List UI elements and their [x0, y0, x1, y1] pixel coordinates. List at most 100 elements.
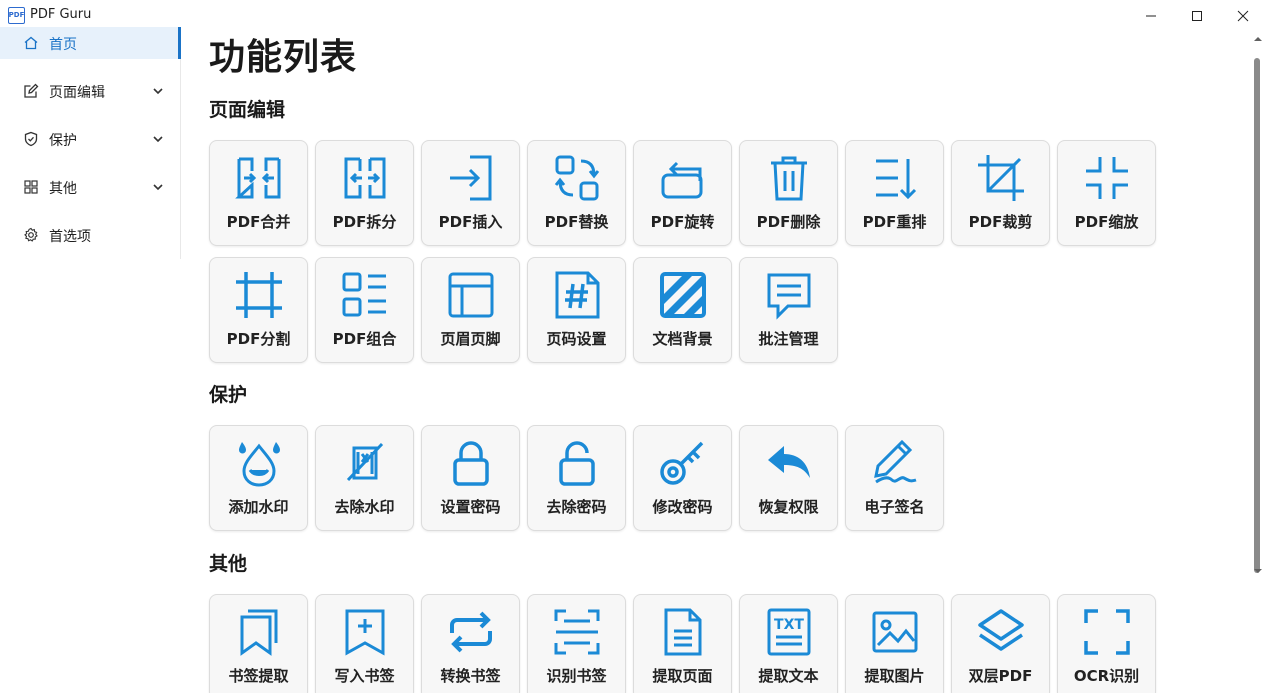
scroll-thumb[interactable] [1254, 58, 1260, 573]
split-icon [340, 153, 390, 203]
card-bookmark-extract[interactable]: 书签提取 [209, 594, 308, 693]
card-label: PDF删除 [756, 213, 821, 231]
close-icon [1237, 10, 1249, 21]
card-extract-pages[interactable]: 提取页面 [633, 594, 732, 693]
card-doc-background[interactable]: 文档背景 [633, 257, 732, 363]
card-pdf-rotate[interactable]: PDF旋转 [633, 140, 732, 246]
card-pdf-combine[interactable]: PDF组合 [315, 257, 414, 363]
card-label: 提取文本 [758, 667, 819, 685]
card-pdf-split[interactable]: PDF拆分 [315, 140, 414, 246]
card-bookmark-write[interactable]: 写入书签 [315, 594, 414, 693]
bookmark-add-icon [340, 607, 390, 657]
card-label: PDF缩放 [1074, 213, 1139, 231]
card-extract-images[interactable]: 提取图片 [845, 594, 944, 693]
window-title: PDF Guru [30, 7, 92, 22]
sidebar-item-home[interactable]: 首页 [0, 27, 181, 59]
card-label: 书签提取 [228, 667, 289, 685]
card-restore-permission[interactable]: 恢复权限 [739, 425, 838, 531]
card-dual-layer-pdf[interactable]: 双层PDF [951, 594, 1050, 693]
card-pdf-reorder[interactable]: PDF重排 [845, 140, 944, 246]
card-pdf-merge[interactable]: PDF合并 [209, 140, 308, 246]
vertical-scrollbar[interactable] [1250, 31, 1266, 693]
convert-icon [446, 607, 496, 657]
chevron-down-icon [153, 184, 163, 191]
lock-icon [446, 438, 496, 488]
card-label: 双层PDF [968, 667, 1033, 685]
insert-icon [446, 153, 496, 203]
maximize-button[interactable] [1174, 0, 1220, 31]
unlock-icon [552, 438, 602, 488]
close-button[interactable] [1220, 0, 1266, 31]
app-logo: PDF [8, 7, 25, 24]
card-ocr[interactable]: OCR识别 [1057, 594, 1156, 693]
card-pdf-scale[interactable]: PDF缩放 [1057, 140, 1156, 246]
card-header-footer[interactable]: 页眉页脚 [421, 257, 520, 363]
scroll-up-icon[interactable] [1254, 35, 1262, 43]
card-remove-password[interactable]: 去除密码 [527, 425, 626, 531]
card-pdf-delete[interactable]: PDF删除 [739, 140, 838, 246]
minimize-button[interactable] [1128, 0, 1174, 31]
sidebar-item-label: 保护 [49, 133, 77, 149]
card-label: 转换书签 [440, 667, 501, 685]
chevron-down-icon [153, 88, 163, 95]
background-icon [658, 270, 708, 320]
card-pdf-insert[interactable]: PDF插入 [421, 140, 520, 246]
card-label: PDF裁剪 [968, 213, 1033, 231]
card-label: 识别书签 [546, 667, 607, 685]
card-label: 恢复权限 [758, 498, 819, 516]
scale-icon [1082, 153, 1132, 203]
section-title-page-edit: 页面编辑 [209, 99, 286, 121]
title-bar: PDF PDF Guru [0, 0, 1266, 31]
cut-grid-icon [234, 270, 284, 320]
image-icon [870, 607, 920, 657]
bookmark-extract-icon [234, 607, 284, 657]
home-icon [24, 36, 38, 50]
card-label: 修改密码 [652, 498, 713, 516]
remove-watermark-icon [340, 438, 390, 488]
replace-icon [552, 153, 602, 203]
document-icon [658, 607, 708, 657]
layers-icon [976, 607, 1026, 657]
card-bookmark-recognize[interactable]: 识别书签 [527, 594, 626, 693]
card-pdf-cut[interactable]: PDF分割 [209, 257, 308, 363]
card-pdf-crop[interactable]: PDF裁剪 [951, 140, 1050, 246]
card-label: PDF插入 [438, 213, 503, 231]
card-label: PDF组合 [332, 330, 397, 348]
card-label: 去除水印 [334, 498, 395, 516]
sidebar-item-page-edit[interactable]: 页面编辑 [0, 75, 180, 107]
sidebar-item-preferences[interactable]: 首选项 [0, 219, 180, 251]
svg-text:TXT: TXT [774, 617, 804, 633]
header-footer-icon [446, 270, 496, 320]
sidebar-item-label: 首页 [49, 37, 77, 53]
card-label: 添加水印 [228, 498, 289, 516]
card-label: 文档背景 [652, 330, 713, 348]
scroll-down-icon[interactable] [1254, 567, 1262, 575]
page-title: 功能列表 [209, 37, 358, 78]
card-bookmark-convert[interactable]: 转换书签 [421, 594, 520, 693]
sidebar-item-protect[interactable]: 保护 [0, 123, 180, 155]
card-set-password[interactable]: 设置密码 [421, 425, 520, 531]
sidebar-item-other[interactable]: 其他 [0, 171, 180, 203]
combine-icon [340, 270, 390, 320]
card-pdf-replace[interactable]: PDF替换 [527, 140, 626, 246]
card-label: 去除密码 [546, 498, 607, 516]
card-label: 提取页面 [652, 667, 713, 685]
card-remove-watermark[interactable]: 去除水印 [315, 425, 414, 531]
section-title-protect: 保护 [209, 384, 248, 406]
merge-icon [234, 153, 284, 203]
reorder-icon [870, 153, 920, 203]
card-change-password[interactable]: 修改密码 [633, 425, 732, 531]
card-extract-text[interactable]: TXT 提取文本 [739, 594, 838, 693]
txt-icon: TXT [764, 607, 814, 657]
card-page-number[interactable]: 页码设置 [527, 257, 626, 363]
signature-icon [870, 438, 920, 488]
card-label: 写入书签 [334, 667, 395, 685]
key-icon [658, 438, 708, 488]
card-comment-manage[interactable]: 批注管理 [739, 257, 838, 363]
card-e-signature[interactable]: 电子签名 [845, 425, 944, 531]
card-add-watermark[interactable]: 添加水印 [209, 425, 308, 531]
shield-icon [24, 131, 38, 147]
card-label: PDF替换 [544, 213, 609, 231]
card-label: 批注管理 [758, 330, 819, 348]
card-label: 设置密码 [440, 498, 501, 516]
